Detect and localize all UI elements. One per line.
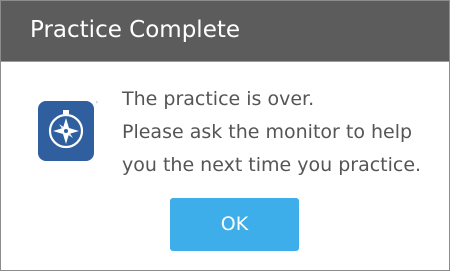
practice-complete-dialog: Practice Complete ™ The practice is over… — [0, 0, 450, 271]
svg-text:™: ™ — [95, 101, 98, 108]
dialog-titlebar: Practice Complete — [1, 1, 449, 62]
dialog-message: The practice is over. Please ask the mon… — [122, 83, 444, 182]
ok-button[interactable]: OK — [170, 198, 299, 251]
message-line: Please ask the monitor to help — [122, 121, 413, 143]
dialog-title: Practice Complete — [30, 17, 241, 43]
compass-app-icon: ™ — [38, 97, 101, 163]
message-line: you the next time you practice. — [122, 154, 422, 176]
message-line: The practice is over. — [122, 88, 315, 110]
